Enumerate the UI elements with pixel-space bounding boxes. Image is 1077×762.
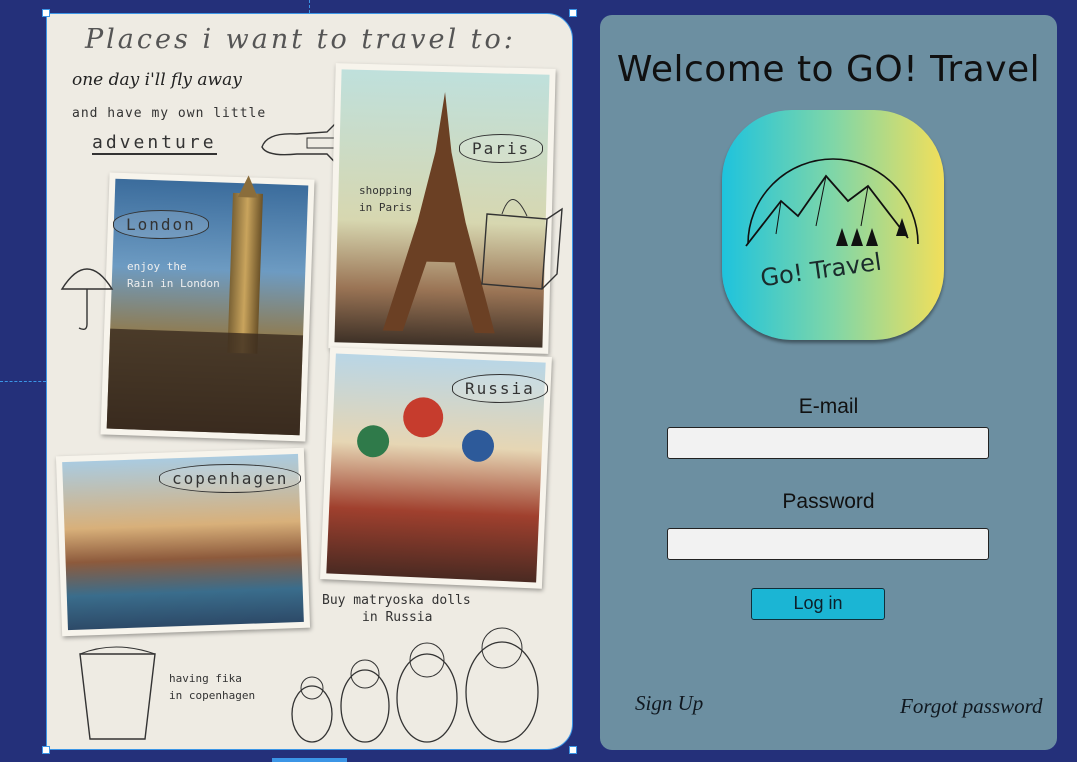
resize-handle-top-left[interactable] bbox=[42, 9, 50, 17]
paris-note-line-1: shopping bbox=[359, 184, 412, 197]
copenhagen-label: copenhagen bbox=[159, 464, 302, 493]
go-travel-logo: Go! Travel bbox=[722, 110, 944, 340]
umbrella-doodle-icon bbox=[60, 268, 114, 331]
london-label: London bbox=[113, 210, 209, 239]
mountain-icon bbox=[745, 158, 919, 247]
shopping-bag-doodle-icon bbox=[481, 199, 563, 290]
password-label: Password bbox=[782, 490, 875, 513]
email-field[interactable] bbox=[667, 427, 989, 459]
alignment-guide-horizontal bbox=[0, 381, 46, 382]
collage-line-2: and have my own little bbox=[72, 106, 267, 121]
forgot-password-link[interactable]: Forgot password bbox=[900, 694, 1043, 719]
glass-doodle-icon bbox=[79, 646, 156, 740]
london-note: enjoy the Rain in London bbox=[127, 258, 220, 292]
resize-handle-top-right[interactable] bbox=[569, 9, 577, 17]
paris-note-line-2: in Paris bbox=[359, 201, 412, 214]
matryoshka-dolls-doodle-icon bbox=[291, 627, 539, 743]
resize-handle-bottom-right[interactable] bbox=[569, 746, 577, 754]
welcome-title: Welcome to GO! Travel bbox=[616, 49, 1041, 90]
password-field[interactable] bbox=[667, 528, 989, 560]
copenhagen-note: having fika in copenhagen bbox=[169, 670, 255, 704]
sign-up-link[interactable]: Sign Up bbox=[635, 691, 703, 716]
login-button[interactable]: Log in bbox=[751, 588, 885, 620]
email-label: E-mail bbox=[798, 395, 859, 418]
collage-line-3: adventure bbox=[92, 132, 217, 155]
frame-tab[interactable] bbox=[272, 758, 347, 762]
travel-collage-image[interactable]: Places i want to travel to: one day i'll… bbox=[46, 13, 573, 750]
paris-label: Paris bbox=[459, 134, 544, 163]
copenhagen-note-line-1: having fika bbox=[169, 672, 242, 685]
london-note-line-1: enjoy the bbox=[127, 260, 187, 273]
alignment-guide-vertical bbox=[309, 0, 310, 13]
copenhagen-note-line-2: in copenhagen bbox=[169, 689, 256, 702]
russia-label: Russia bbox=[452, 374, 548, 403]
resize-handle-bottom-left[interactable] bbox=[42, 746, 50, 754]
paris-note: shopping in Paris bbox=[359, 182, 412, 216]
russia-note-line-1: Buy matryoska dolls bbox=[322, 593, 471, 608]
london-note-line-2: Rain in London bbox=[127, 277, 220, 290]
login-panel: Welcome to GO! Travel Go! Travel E-mail … bbox=[600, 15, 1057, 750]
collage-line-1: one day i'll fly away bbox=[72, 70, 242, 90]
collage-title: Places i want to travel to: bbox=[85, 24, 516, 55]
